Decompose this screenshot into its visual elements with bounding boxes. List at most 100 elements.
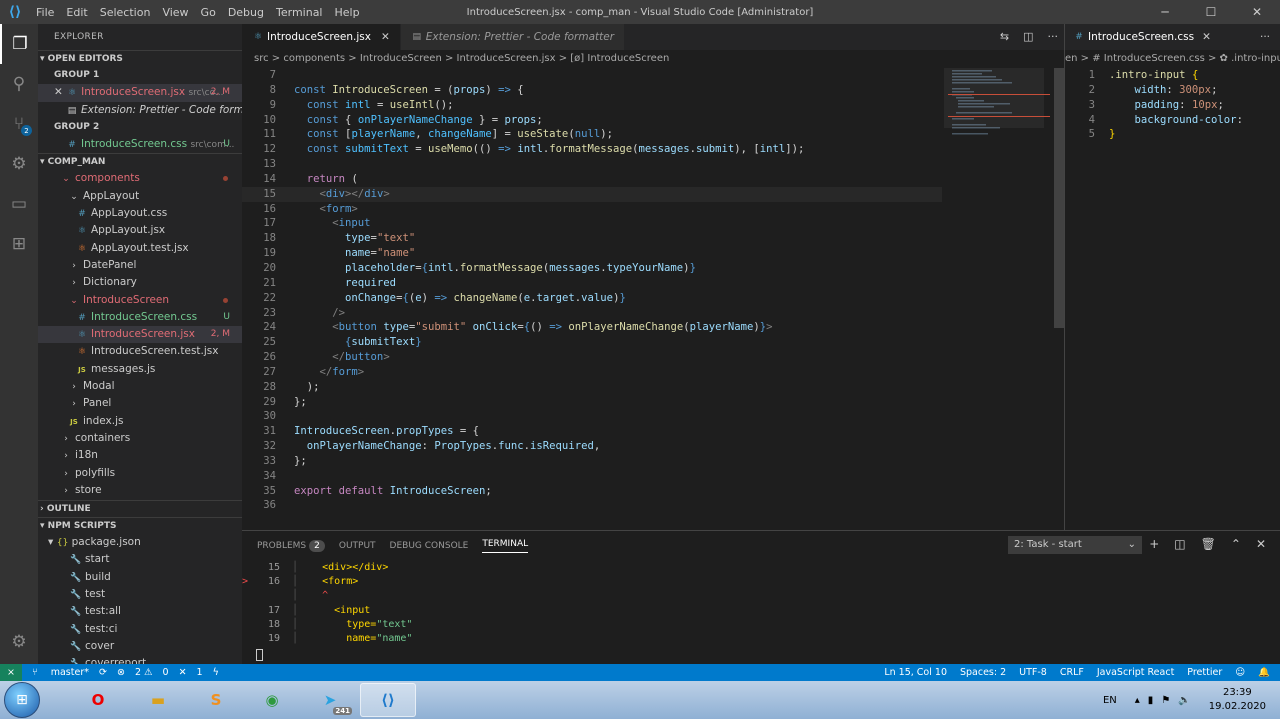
terminal-output[interactable]: 15 │ <div></div> >16 │ <form> │ ^ 17 │ <input 1… bbox=[242, 561, 1280, 646]
extensions-icon[interactable]: ⊞ bbox=[0, 224, 38, 264]
close-icon[interactable]: ✕ bbox=[1234, 0, 1280, 24]
menu-item[interactable]: View bbox=[162, 6, 188, 19]
bell-icon[interactable]: 🔔 bbox=[1258, 664, 1270, 681]
tree-item[interactable]: › polyfills bbox=[38, 465, 242, 482]
clock[interactable]: 23:39 19.02.2020 bbox=[1209, 686, 1266, 714]
language-mode[interactable]: JavaScript React bbox=[1097, 664, 1174, 681]
npm-script-item[interactable]: 🔧coverreport bbox=[38, 655, 242, 664]
feedback-icon[interactable]: ☺ bbox=[1235, 664, 1245, 681]
eol[interactable]: CRLF bbox=[1060, 664, 1084, 681]
right-breadcrumb[interactable]: en > # IntroduceScreen.css > ✿ .intro-in… bbox=[1065, 50, 1280, 68]
network-icon[interactable]: ▮ bbox=[1148, 695, 1154, 706]
search-icon[interactable]: ⚲ bbox=[0, 64, 38, 104]
telegram-icon[interactable]: ➤ 241 bbox=[302, 683, 358, 717]
panel-tab[interactable]: DEBUG CONSOLE bbox=[390, 541, 469, 551]
input-language[interactable]: EN bbox=[1103, 695, 1117, 706]
more-actions-icon[interactable]: ··· bbox=[1048, 30, 1059, 43]
breadcrumb[interactable]: src > components > IntroduceScreen > Int… bbox=[242, 50, 1064, 68]
outline-header[interactable]: › OUTLINE bbox=[38, 500, 242, 517]
indentation[interactable]: Spaces: 2 bbox=[960, 664, 1006, 681]
new-terminal-icon[interactable]: + bbox=[1149, 537, 1159, 551]
info-status[interactable]: ✕ 1 bbox=[179, 664, 203, 681]
npm-script-item[interactable]: 🔧 test:ci bbox=[38, 621, 242, 638]
open-editor-prettier[interactable]: ▤Extension: Prettier - Code formatter bbox=[38, 102, 242, 119]
manage-gear-icon[interactable]: ⚙ bbox=[0, 622, 38, 662]
tree-item[interactable]: › containers bbox=[38, 430, 242, 447]
npm-script-item[interactable]: 🔧 cover bbox=[38, 638, 242, 655]
tree-item[interactable]: JS messages.js bbox=[38, 361, 242, 378]
tab-introducescreen-css[interactable]: # IntroduceScreen.css ✕ ··· bbox=[1065, 24, 1280, 50]
tree-item[interactable]: ⚛ AppLayout.test.jsx bbox=[38, 240, 242, 257]
menu-item[interactable]: Debug bbox=[228, 6, 264, 19]
volume-icon[interactable]: 🔈 bbox=[1178, 695, 1190, 706]
tray-arrow-icon[interactable]: ▴ bbox=[1135, 695, 1140, 706]
problems-status[interactable]: ⊗ 2 ⚠ 0 bbox=[117, 664, 169, 681]
npm-script-item[interactable]: 🔧 test bbox=[38, 586, 242, 603]
editor-scrollbar[interactable] bbox=[1054, 68, 1064, 328]
tree-item[interactable]: › Modal bbox=[38, 378, 242, 395]
terminal-task-select[interactable]: 2: Task - start ⌄ bbox=[1008, 536, 1142, 554]
project-header[interactable]: ▾ COMP_MAN bbox=[38, 153, 242, 170]
open-editors-header[interactable]: ▾ OPEN EDITORS bbox=[38, 50, 242, 67]
minimap[interactable] bbox=[944, 68, 1054, 530]
minimize-icon[interactable]: ─ bbox=[1142, 0, 1188, 24]
security-icon[interactable]: ⚑ bbox=[1161, 695, 1170, 706]
tree-item[interactable]: # IntroduceScreen.css U bbox=[38, 309, 242, 326]
npm-script-item[interactable]: 🔧 start bbox=[38, 551, 242, 568]
compare-changes-icon[interactable]: ⇆ bbox=[1000, 30, 1009, 43]
formatter-status[interactable]: Prettier bbox=[1187, 664, 1222, 681]
panel-tab[interactable]: PROBLEMS 2 bbox=[257, 540, 325, 552]
menu-item[interactable]: Selection bbox=[100, 6, 151, 19]
tree-item[interactable]: › store bbox=[38, 482, 242, 499]
tree-item[interactable]: ⚛ IntroduceScreen.jsx 2, M bbox=[38, 326, 242, 344]
opera-icon[interactable]: O bbox=[70, 683, 126, 717]
npm-script-item[interactable]: 🔧 build bbox=[38, 569, 242, 586]
split-terminal-icon[interactable]: ◫ bbox=[1174, 537, 1185, 551]
tree-item[interactable]: › DatePanel bbox=[38, 257, 242, 274]
tree-item[interactable]: › Dictionary bbox=[38, 274, 242, 291]
tree-item[interactable]: # AppLayout.css bbox=[38, 205, 242, 222]
explorer-icon[interactable]: ❐ bbox=[0, 24, 38, 64]
vscode-taskbar-icon[interactable]: ⟨⟩ bbox=[360, 683, 416, 717]
menu-item[interactable]: File bbox=[36, 6, 54, 19]
tab-prettier-extension[interactable]: ▤ Extension: Prettier - Code formatter bbox=[400, 24, 626, 50]
encoding[interactable]: UTF-8 bbox=[1019, 664, 1047, 681]
sync-icon[interactable]: ⟳ bbox=[99, 664, 107, 681]
file-explorer-icon[interactable]: ▬ bbox=[130, 683, 186, 717]
code-editor[interactable]: 7 8 const IntroduceScreen = (props) => {9 … bbox=[242, 68, 942, 530]
lightning-icon[interactable]: ϟ bbox=[213, 664, 219, 681]
npm-script-item[interactable]: 🔧 test:all bbox=[38, 603, 242, 620]
chrome-icon[interactable]: ◉ bbox=[244, 683, 300, 717]
windows-start-icon[interactable]: ⊞ bbox=[4, 682, 40, 718]
maximize-icon[interactable]: ☐ bbox=[1188, 0, 1234, 24]
tree-item[interactable]: JS index.js bbox=[38, 413, 242, 430]
source-control-icon[interactable]: ⑂ 2 bbox=[0, 104, 38, 144]
package-json-item[interactable]: ▾ {} package.json bbox=[38, 534, 242, 551]
open-editor-introducescreen-jsx[interactable]: ✕ ⚛ IntroduceScreen.jsx src\co... 2, M bbox=[38, 84, 242, 102]
panel-tab[interactable]: OUTPUT bbox=[339, 541, 376, 551]
tree-item[interactable]: › Panel bbox=[38, 395, 242, 412]
tree-item[interactable]: ⚛ AppLayout.jsx bbox=[38, 222, 242, 239]
tree-item[interactable]: ⌄ IntroduceScreen bbox=[38, 292, 242, 309]
remote-explorer-icon[interactable]: ▭ bbox=[0, 184, 38, 224]
debug-icon[interactable]: ⚙ bbox=[0, 144, 38, 184]
split-editor-icon[interactable]: ◫ bbox=[1023, 30, 1033, 43]
remote-icon[interactable]: ⨯ bbox=[0, 664, 22, 681]
menu-item[interactable]: Help bbox=[335, 6, 360, 19]
npm-scripts-header[interactable]: ▾ NPM SCRIPTS bbox=[38, 517, 242, 534]
close-panel-icon[interactable]: ✕ bbox=[1256, 537, 1266, 551]
panel-tab[interactable]: TERMINAL bbox=[482, 539, 529, 553]
css-code-editor[interactable]: 1 .intro-input {2 width: 300px; 3 padding:… bbox=[1065, 68, 1280, 142]
sublime-text-icon[interactable]: S bbox=[188, 683, 244, 717]
cursor-position[interactable]: Ln 15, Col 10 bbox=[884, 664, 947, 681]
branch-status[interactable]: ⑂ master* bbox=[32, 664, 89, 681]
menu-item[interactable]: Terminal bbox=[276, 6, 323, 19]
tab-introducescreen-jsx[interactable]: ⚛ IntroduceScreen.jsx ✕ bbox=[242, 24, 401, 50]
tree-item[interactable]: ⚛ IntroduceScreen.test.jsx bbox=[38, 343, 242, 360]
open-editor-introducescreen-css[interactable]: # IntroduceScreen.css src\com... U bbox=[38, 136, 242, 153]
tree-item[interactable]: ⌄ components bbox=[38, 170, 242, 187]
tree-item[interactable]: ⌄ AppLayout bbox=[38, 188, 242, 205]
menu-item[interactable]: Edit bbox=[66, 6, 87, 19]
trash-icon[interactable]: 🗑 bbox=[1201, 537, 1216, 551]
tree-item[interactable]: › i18n bbox=[38, 447, 242, 464]
